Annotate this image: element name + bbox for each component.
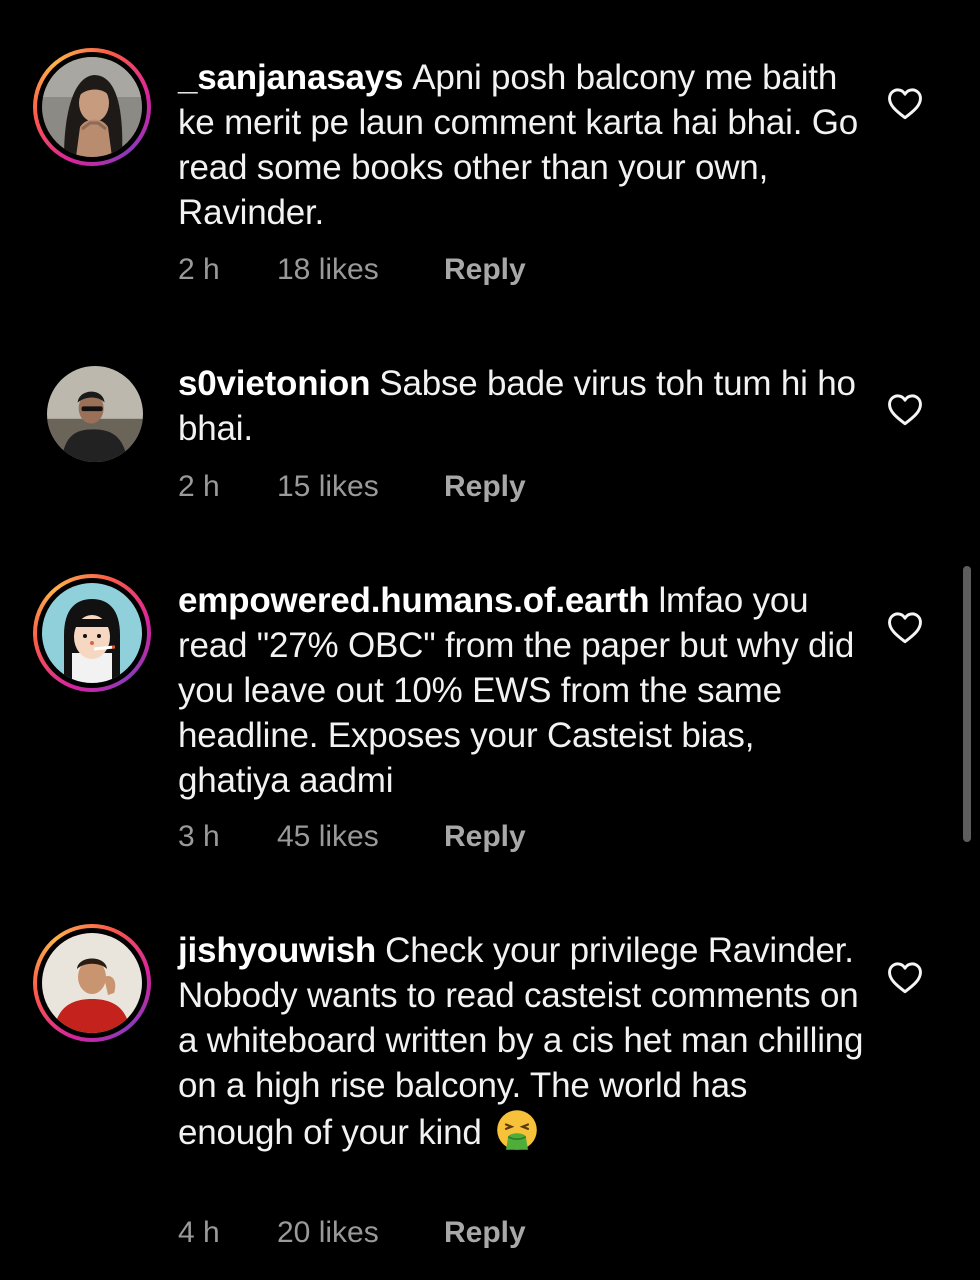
avatar[interactable] (33, 924, 151, 1042)
comment-text: jishyouwish Check your privilege Ravinder… (178, 928, 868, 1155)
heart-outline-icon[interactable] (886, 86, 924, 120)
comment-text: empowered.humans.of.earth lmfao you read … (178, 578, 868, 803)
comment-username[interactable]: jishyouwish (178, 931, 376, 970)
heart-outline-icon[interactable] (886, 392, 924, 426)
comment-meta: 2 h 15 likes Reply (178, 469, 526, 505)
reply-button[interactable]: Reply (444, 819, 526, 855)
comment-likes[interactable]: 18 likes (277, 252, 444, 288)
avatar[interactable] (33, 48, 151, 166)
comment-likes[interactable]: 15 likes (277, 469, 444, 505)
comment-text: s0vietonion Sabse bade virus toh tum hi h… (178, 361, 868, 451)
reply-button[interactable]: Reply (444, 469, 526, 505)
avatar[interactable] (33, 574, 151, 692)
comment-username[interactable]: s0vietonion (178, 364, 370, 403)
comment-time: 2 h (178, 470, 220, 503)
comment-meta: 4 h 20 likes Reply (178, 1215, 526, 1251)
comment-username[interactable]: empowered.humans.of.earth (178, 581, 650, 620)
comment-likes[interactable]: 45 likes (277, 819, 444, 855)
comment-username[interactable]: _sanjanasays (178, 58, 403, 97)
comment-time: 2 h (178, 253, 220, 286)
comment-meta: 3 h 45 likes Reply (178, 819, 526, 855)
profile-photo-woman (42, 57, 142, 157)
heart-outline-icon[interactable] (886, 610, 924, 644)
profile-photo-man (47, 366, 143, 462)
profile-illustration (42, 583, 142, 683)
reply-button[interactable]: Reply (444, 252, 526, 288)
comment-time: 4 h (178, 1216, 220, 1249)
profile-photo-man-red (42, 933, 142, 1033)
scrollbar[interactable] (963, 566, 971, 842)
heart-outline-icon[interactable] (886, 960, 924, 994)
comment-text: _sanjanasays Apni posh balcony me baith k… (178, 55, 868, 235)
vomiting-face-emoji (495, 1108, 539, 1152)
reply-button[interactable]: Reply (444, 1215, 526, 1251)
comment-likes[interactable]: 20 likes (277, 1215, 444, 1251)
comment-time: 3 h (178, 820, 220, 853)
comment-meta: 2 h 18 likes Reply (178, 252, 526, 288)
avatar[interactable] (33, 352, 151, 470)
